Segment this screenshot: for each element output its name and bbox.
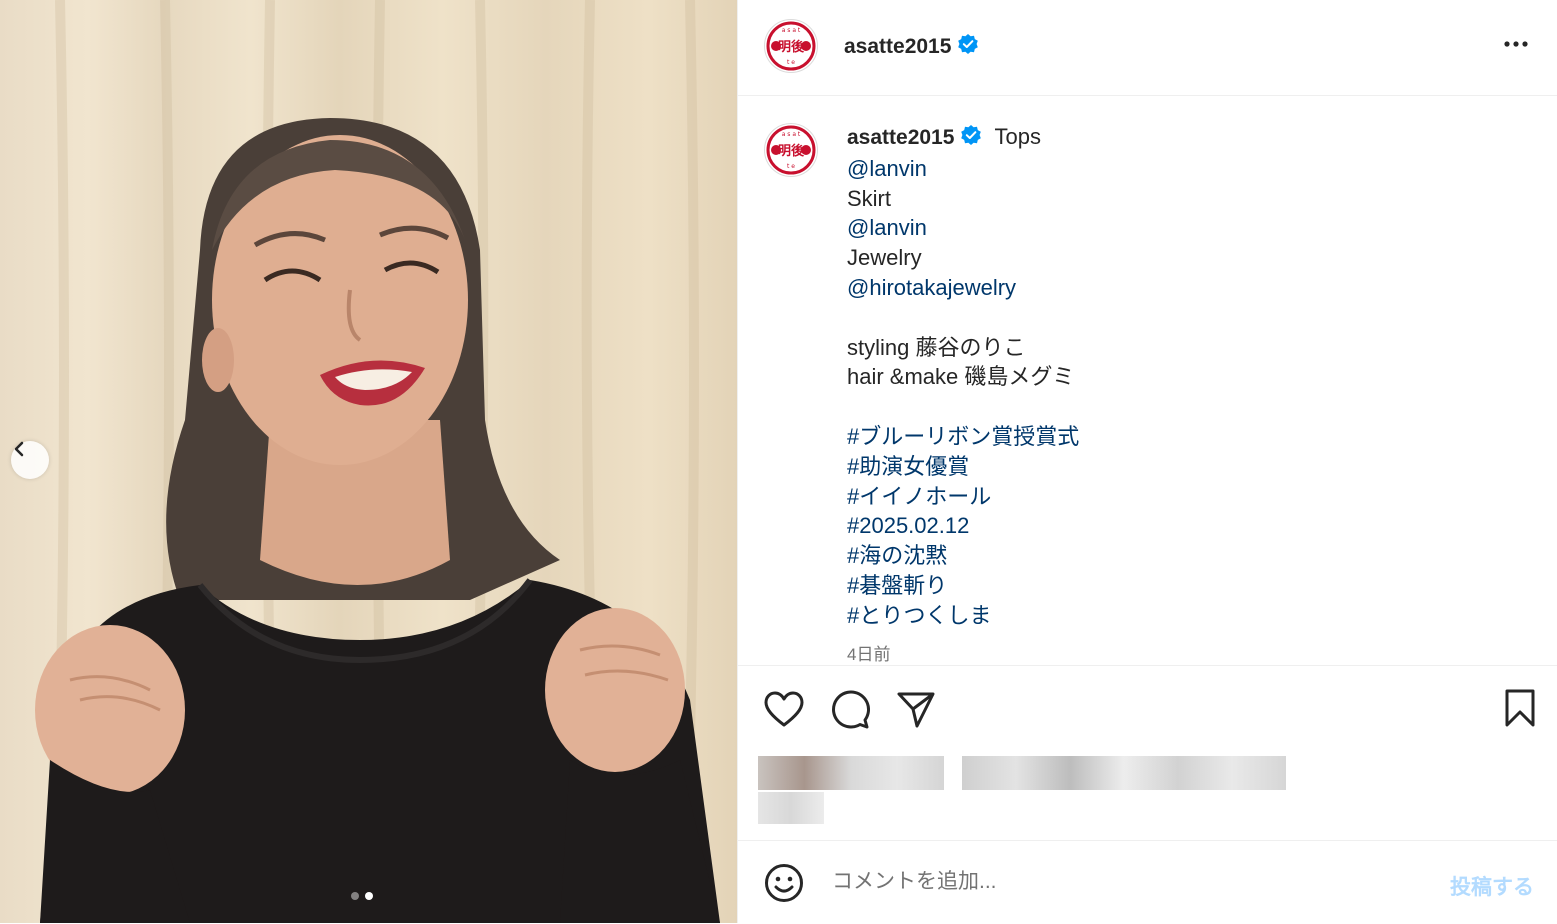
carousel-dot-active [365, 892, 373, 900]
portrait-illustration [35, 0, 720, 923]
post-photo[interactable] [0, 0, 737, 923]
hashtag-link[interactable]: #ブルーリボン賞授賞式 [847, 422, 1527, 452]
mention-link[interactable]: @lanvin [847, 213, 1527, 243]
emoji-button[interactable] [764, 863, 804, 907]
svg-text:a s a t: a s a t [782, 27, 801, 34]
caption-line: styling 藤谷のりこ [847, 334, 1026, 360]
hashtag-link[interactable]: #とりつくしま [847, 601, 1527, 631]
post-header: 明後 a s a t t e asatte2015 [738, 0, 1557, 96]
header-username[interactable]: asatte2015 [844, 35, 951, 58]
likes-summary-redacted [758, 756, 1288, 826]
avatar[interactable]: 明後 a s a t t e [764, 19, 818, 73]
caption-username[interactable]: asatte2015 [847, 126, 954, 149]
verified-badge-icon [957, 33, 979, 59]
svg-text:明後: 明後 [778, 39, 805, 55]
svg-text:明後: 明後 [778, 143, 805, 159]
hashtag-link[interactable]: #助演女優賞 [847, 452, 1527, 482]
comment-button[interactable] [830, 690, 870, 734]
post-timestamp[interactable]: 4日前 [847, 640, 890, 665]
hashtag-link[interactable]: #イイノホール [847, 482, 1527, 512]
svg-text:t e: t e [787, 163, 795, 170]
post-actions [738, 665, 1557, 841]
hashtag-link[interactable]: #2025.02.12 [847, 511, 1527, 541]
mention-link[interactable]: @hirotakajewelry [847, 273, 1527, 303]
bookmark-icon [1505, 689, 1535, 727]
caption-avatar[interactable]: 明後 a s a t t e [764, 123, 818, 177]
comment-icon [832, 690, 870, 729]
carousel-prev-button[interactable] [11, 441, 49, 479]
send-icon [897, 692, 935, 728]
save-button[interactable] [1502, 688, 1538, 732]
caption-line: Skirt [847, 185, 891, 211]
more-options-icon [1504, 41, 1528, 47]
asatte-logo-icon: 明後 a s a t t e [766, 125, 816, 175]
more-options-button[interactable] [1502, 30, 1530, 62]
caption-line: Tops [994, 124, 1042, 149]
comment-composer: 投稿する [738, 840, 1557, 924]
share-button[interactable] [896, 690, 936, 734]
post-caption: 明後 a s a t t e asatte2015 Tops @lanvin Sk… [738, 96, 1557, 664]
verified-badge-icon [960, 124, 982, 154]
chevron-left-icon [14, 441, 24, 457]
svg-text:a s a t: a s a t [782, 131, 801, 138]
caption-line: hair &make 磯島メグミ [847, 364, 1075, 390]
carousel-dot [351, 892, 359, 900]
heart-icon [764, 691, 804, 727]
carousel-indicator [351, 892, 373, 900]
hashtag-link[interactable]: #碁盤斬り [847, 571, 1527, 601]
post-sidebar: 明後 a s a t t e asatte2015 明後 a s a t t e… [737, 0, 1557, 923]
like-button[interactable] [764, 690, 804, 734]
post-comment-button[interactable]: 投稿する [1450, 871, 1534, 901]
mention-link[interactable]: @lanvin [847, 154, 1527, 184]
hashtag-link[interactable]: #海の沈黙 [847, 541, 1527, 571]
emoji-icon [765, 864, 803, 902]
caption-line: Jewelry [847, 245, 922, 271]
svg-text:t e: t e [787, 59, 795, 66]
caption-text: asatte2015 Tops @lanvin Skirt @lanvin Jewel… [847, 122, 1527, 631]
asatte-logo-icon: 明後 a s a t t e [766, 21, 816, 71]
comment-input[interactable] [830, 869, 1394, 895]
